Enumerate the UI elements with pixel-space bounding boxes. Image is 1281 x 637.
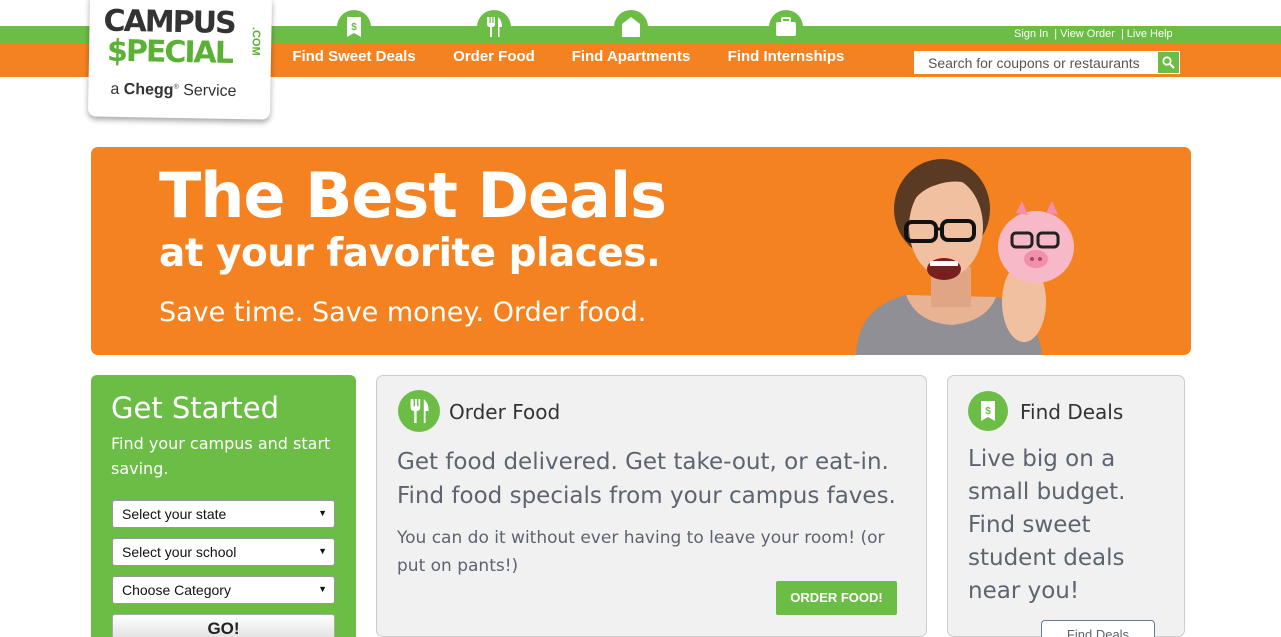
dollar-tag-icon: $	[337, 10, 371, 44]
dollar-tag-icon: $	[968, 391, 1008, 431]
briefcase-icon	[769, 10, 803, 44]
hero-banner: The Best Deals at your favorite places. …	[91, 147, 1191, 355]
category-select[interactable]: Choose Category ▼	[112, 576, 335, 604]
chevron-down-icon: ▼	[318, 546, 327, 556]
order-food-button[interactable]: ORDER FOOD!	[776, 581, 897, 615]
nav-find-sweet-deals[interactable]: $ Find Sweet Deals	[292, 10, 416, 65]
logo-tagline-prefix: a	[110, 80, 120, 98]
svg-text:$: $	[351, 22, 357, 33]
fork-knife-icon	[477, 10, 511, 44]
logo-tagline-brand: Chegg	[123, 81, 174, 99]
logo-text-com: .COM	[249, 26, 262, 56]
state-select-value: Select your state	[122, 506, 227, 522]
nav-label: Find Sweet Deals	[292, 48, 416, 65]
order-food-title: Order Food	[449, 400, 561, 424]
get-started-panel: Get Started Find your campus and start s…	[91, 375, 356, 637]
find-deals-lead: Live big on a small budget. Find sweet s…	[968, 446, 1126, 604]
nav-label: Find Internships	[727, 48, 845, 65]
go-button[interactable]: GO!	[112, 614, 335, 637]
find-deals-card: $ Find Deals Live big on a small budget.…	[947, 375, 1185, 637]
order-food-lead: Get food delivered. Get take-out, or eat…	[397, 449, 896, 509]
nav-label: Find Apartments	[571, 48, 691, 65]
search-icon	[1162, 56, 1175, 69]
find-deals-button[interactable]: Find Deals	[1041, 620, 1155, 637]
nav-find-apartments[interactable]: Find Apartments	[571, 10, 691, 65]
get-started-title: Get Started	[111, 391, 279, 425]
house-icon	[614, 10, 648, 44]
fork-knife-icon	[398, 390, 440, 432]
live-help-link[interactable]: Live Help	[1127, 28, 1173, 40]
sign-in-link[interactable]: Sign In	[1014, 28, 1048, 40]
search-input[interactable]	[914, 51, 1157, 74]
nav-label: Order Food	[453, 48, 535, 65]
svg-text:$: $	[985, 406, 991, 417]
hero-title: The Best Deals	[159, 159, 667, 232]
get-started-text: Find your campus and start saving.	[111, 434, 331, 478]
logo-text-special: $PECIAL	[106, 33, 233, 71]
view-order-link[interactable]: View Order	[1060, 28, 1115, 40]
nav-find-internships[interactable]: Find Internships	[727, 10, 845, 65]
woman-with-piggy-bank-image	[856, 159, 1074, 355]
top-links: Sign In | View Order | Live Help	[1014, 28, 1173, 40]
search-button[interactable]	[1158, 52, 1179, 73]
school-select-value: Select your school	[122, 544, 237, 560]
logo-tagline: a Chegg® Service	[110, 80, 237, 100]
find-deals-title: Find Deals	[1020, 400, 1124, 424]
school-select[interactable]: Select your school ▼	[112, 538, 335, 566]
logo-tagline-suffix: Service	[183, 82, 237, 100]
nav-order-food[interactable]: Order Food	[452, 10, 536, 65]
link-separator: |	[1120, 28, 1124, 40]
chevron-down-icon: ▼	[318, 508, 327, 518]
hero-tagline: Save time. Save money. Order food.	[159, 297, 647, 328]
search-box	[914, 51, 1180, 74]
order-food-body: You can do it without ever having to lea…	[397, 528, 885, 576]
link-separator: |	[1054, 28, 1058, 40]
order-food-card: Order Food Get food delivered. Get take-…	[376, 375, 927, 637]
site-logo[interactable]: CAMPUS $PECIAL .COM a Chegg® Service	[87, 0, 273, 120]
chevron-down-icon: ▼	[318, 584, 327, 594]
state-select[interactable]: Select your state ▼	[112, 500, 335, 528]
category-select-value: Choose Category	[122, 582, 231, 598]
hero-subtitle: at your favorite places.	[159, 231, 661, 276]
